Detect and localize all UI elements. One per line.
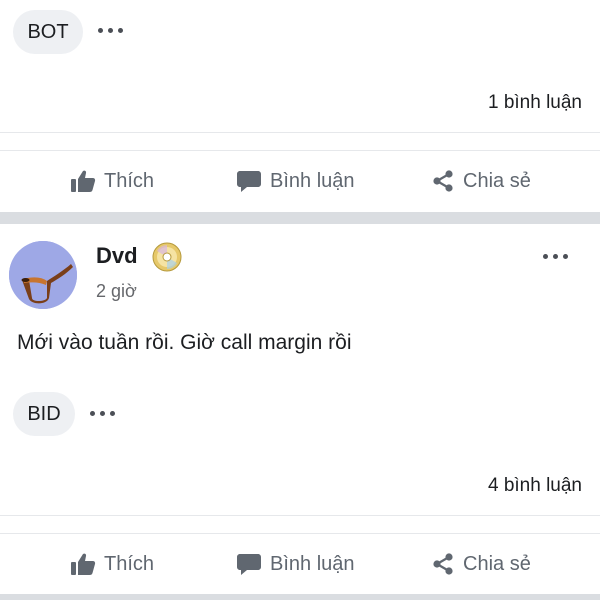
thumbs-up-icon [71,170,96,192]
more-dots-icon[interactable] [98,28,123,33]
share-label: Chia sẻ [463,169,531,192]
speech-bubble-icon [237,171,261,192]
share-button[interactable]: Chia sẻ [431,155,531,207]
like-button[interactable]: Thích [70,538,154,590]
thumbs-up-icon [71,553,96,575]
comment-button[interactable]: Bình luận [236,155,355,207]
post-separator [0,212,600,224]
like-button[interactable]: Thích [70,155,154,207]
avatar[interactable] [9,241,77,309]
more-dots-icon[interactable] [543,254,568,259]
reaction-chip-bot[interactable]: BOT [13,10,83,54]
post-separator [0,594,600,600]
comment-button[interactable]: Bình luận [236,538,355,590]
comment-label: Bình luận [270,552,355,575]
cd-disc-icon [152,242,182,272]
share-button[interactable]: Chia sẻ [431,538,531,590]
pipe-avatar [9,241,77,309]
action-bar: Thích Bình luận Chia sẻ [0,538,600,590]
reaction-chip-label: BOT [27,20,69,43]
share-icon [433,170,453,192]
share-label: Chia sẻ [463,552,531,575]
comment-label: Bình luận [270,169,355,192]
comment-count[interactable]: 1 bình luận [488,92,582,114]
author-name[interactable]: Dvd [96,243,138,269]
share-icon [433,553,453,575]
divider [0,132,600,133]
divider [0,533,600,534]
like-label: Thích [104,169,155,192]
divider [0,150,600,151]
like-label: Thích [104,552,155,575]
more-dots-icon[interactable] [90,411,115,416]
post-text: Mới vào tuần rồi. Giờ call margin rồi [17,331,352,354]
reaction-chip-bid[interactable]: BID [13,392,75,436]
speech-bubble-icon [237,554,261,575]
post-time[interactable]: 2 giờ [96,281,137,302]
reaction-chip-label: BID [27,402,61,425]
comment-count[interactable]: 4 bình luận [488,475,582,497]
divider [0,515,600,516]
action-bar: Thích Bình luận Chia sẻ [0,155,600,207]
